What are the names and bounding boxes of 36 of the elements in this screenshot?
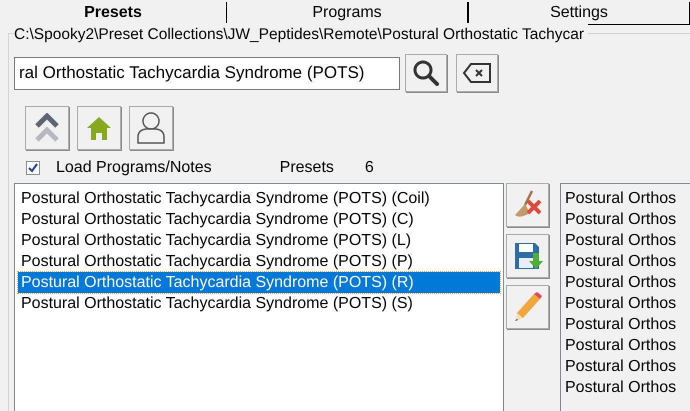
- preset-item[interactable]: Postural Orthostatic Tachycardia Syndrome (POTS) (L): [18, 230, 500, 251]
- load-programs-label: Load Programs/Notes: [56, 158, 212, 178]
- program-item[interactable]: Postural Orthos: [565, 251, 690, 272]
- tab[interactable]: Settings: [468, 2, 690, 25]
- program-item[interactable]: Postural Orthos: [565, 335, 690, 356]
- preset-item[interactable]: Postural Orthostatic Tachycardia Syndrome (POTS) (Coil): [18, 188, 500, 209]
- program-item[interactable]: Postural Orthos: [565, 314, 690, 335]
- program-item[interactable]: Postural Orthos: [565, 356, 690, 377]
- search-button[interactable]: [405, 54, 447, 92]
- program-item[interactable]: Postural Orthos: [565, 230, 690, 251]
- presets-count: 6: [364, 158, 374, 178]
- program-item[interactable]: Postural Orthos: [565, 209, 690, 230]
- preset-item[interactable]: Postural Orthostatic Tachycardia Syndrome (POTS) (S): [18, 293, 500, 314]
- clear-preset-button[interactable]: [506, 183, 549, 227]
- save-button[interactable]: [506, 234, 549, 278]
- user-icon: [136, 111, 166, 145]
- preset-item[interactable]: Postural Orthostatic Tachycardia Syndrome (POTS) (R): [18, 272, 500, 293]
- double-chevron-up-icon: [34, 113, 60, 143]
- floppy-disk-icon: [512, 241, 542, 271]
- backspace-icon: [462, 62, 492, 84]
- pencil-icon: [512, 291, 542, 323]
- search-icon: [412, 59, 440, 87]
- user-button[interactable]: [129, 106, 173, 150]
- tab[interactable]: Programs: [226, 2, 468, 25]
- presets-label: Presets: [280, 158, 334, 178]
- program-item[interactable]: Postural Orthos: [565, 293, 690, 314]
- clear-button[interactable]: [456, 54, 498, 92]
- search-field[interactable]: ral Orthostatic Tachycardia Syndrome (POTS): [14, 56, 400, 90]
- program-item[interactable]: Postural Orthos: [565, 188, 690, 209]
- up-button[interactable]: [25, 106, 69, 150]
- preset-item[interactable]: Postural Orthostatic Tachycardia Syndrome (POTS) (C): [18, 209, 500, 230]
- load-programs-checkbox[interactable]: [26, 161, 40, 175]
- program-item[interactable]: Postural Orthos: [565, 272, 690, 293]
- preset-item[interactable]: Postural Orthostatic Tachycardia Syndrome (POTS) (P): [18, 251, 500, 272]
- home-icon: [86, 115, 112, 141]
- program-item[interactable]: Postural Orthos: [565, 377, 690, 398]
